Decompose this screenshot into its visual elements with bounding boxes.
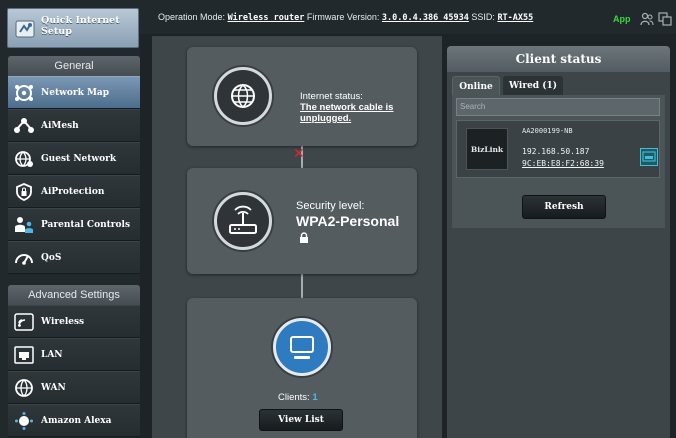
client-status-panel: Client status Online Wired (1) Search Bi… <box>447 46 670 438</box>
sidebar-item-label: Guest Network <box>41 154 117 164</box>
sidebar-item-label: Parental Controls <box>41 220 131 230</box>
quick-setup-icon <box>15 20 35 38</box>
sidebar-item-guest-network[interactable]: Guest Network <box>8 142 140 175</box>
lock-icon <box>300 232 308 243</box>
sidebar-item-label: WAN <box>41 383 66 393</box>
operation-mode-label: Operation Mode: <box>158 12 226 22</box>
globe-icon <box>231 84 255 108</box>
sidebar-item-label: AiMesh <box>41 121 79 131</box>
sidebar-item-label: Network Map <box>41 88 110 98</box>
wan-icon <box>15 379 33 397</box>
vendor-logo: BizLink <box>466 128 508 170</box>
clients-connector <box>301 274 303 298</box>
ssid-label: SSID: <box>471 12 495 22</box>
network-map-panel: ✕ Internet status: The network cable is … <box>152 36 442 438</box>
aimesh-icon <box>14 118 34 133</box>
sidebar-item-wireless[interactable]: Wireless <box>8 305 140 338</box>
aiprotection-icon <box>16 183 32 201</box>
copy-icon[interactable] <box>658 12 672 26</box>
tab-online[interactable]: Online <box>452 76 500 96</box>
top-bar: Operation Mode: Wireless router Firmware… <box>140 0 676 34</box>
sidebar-item-label: Amazon Alexa <box>41 416 112 426</box>
wired-connection-icon[interactable] <box>640 148 658 166</box>
users-icon[interactable] <box>640 12 654 26</box>
firmware-label: Firmware Version: <box>306 12 380 22</box>
sidebar-item-lan[interactable]: LAN <box>8 338 140 371</box>
ssid-link[interactable]: RT-AX55 <box>497 13 533 23</box>
router-circle <box>214 192 272 250</box>
quick-setup-label: Quick Internet Setup <box>41 15 120 37</box>
sidebar-item-qos[interactable]: QoS <box>8 241 140 274</box>
disconnected-x-icon: ✕ <box>293 146 305 162</box>
refresh-button[interactable]: Refresh <box>522 195 606 219</box>
qos-icon <box>15 254 33 265</box>
clients-count-line: Clients: 1 <box>278 392 318 403</box>
security-level-value: WPA2-Personal <box>296 213 400 229</box>
parental-controls-icon <box>15 217 33 233</box>
quick-internet-setup-button[interactable]: Quick Internet Setup <box>7 8 139 48</box>
sidebar-item-aiprotection[interactable]: AiProtection <box>8 175 140 208</box>
security-card[interactable]: Security level: WPA2-Personal <box>187 168 417 274</box>
sidebar-item-label: Wireless <box>41 317 85 327</box>
search-input[interactable]: Search <box>456 98 660 116</box>
sidebar-item-network-map[interactable]: Network Map <box>8 76 140 109</box>
network-map-icon <box>15 85 33 101</box>
tab-wired[interactable]: Wired (1) <box>503 76 563 96</box>
sidebar-item-aimesh[interactable]: AiMesh <box>8 109 140 142</box>
app-link[interactable]: App <box>613 14 631 24</box>
sidebar-item-wan[interactable]: WAN <box>8 371 140 404</box>
advanced-header: Advanced Settings <box>8 285 140 305</box>
alexa-icon <box>15 412 33 430</box>
advanced-group: Advanced Settings Wireless LAN WAN Amazo… <box>8 285 140 437</box>
clients-label: Clients: <box>278 392 310 403</box>
sidebar-item-label: LAN <box>41 350 63 360</box>
internet-globe-circle <box>214 67 272 125</box>
sidebar-item-amazon-alexa[interactable]: Amazon Alexa <box>8 404 140 437</box>
operation-mode-link[interactable]: Wireless router <box>228 13 305 23</box>
client-ip: 192.168.50.187 <box>522 147 590 156</box>
sidebar: Quick Internet Setup General Network Map… <box>0 0 140 438</box>
internet-status-label: Internet status: <box>300 91 363 102</box>
internet-status-link[interactable]: The network cable is unplugged. <box>300 102 410 124</box>
guest-network-icon <box>15 151 33 167</box>
general-group: General Network Map AiMesh Guest Network <box>8 56 140 274</box>
sidebar-item-label: QoS <box>41 253 62 263</box>
computer-icon <box>290 336 314 359</box>
client-row[interactable]: BizLink AA2000199-NB 192.168.50.187 9C:E… <box>456 120 660 178</box>
general-header: General <box>8 56 140 76</box>
lan-icon <box>14 346 34 364</box>
client-mac[interactable]: 9C:EB:E8:F2:68:39 <box>522 159 604 168</box>
sidebar-item-parental-controls[interactable]: Parental Controls <box>8 208 140 241</box>
clients-count: 1 <box>312 392 318 403</box>
status-line: Operation Mode: Wireless router Firmware… <box>158 12 533 23</box>
wireless-icon <box>14 313 34 331</box>
router-icon <box>229 205 257 234</box>
security-level-label: Security level: <box>296 200 365 212</box>
clients-card[interactable]: Clients: 1 View List <box>187 298 417 438</box>
sidebar-item-label: AiProtection <box>41 187 105 197</box>
client-name[interactable]: AA2000199-NB <box>522 127 573 135</box>
view-list-button[interactable]: View List <box>259 409 343 431</box>
clients-circle <box>273 318 331 376</box>
internet-status-card[interactable]: Internet status: The network cable is un… <box>187 47 417 146</box>
client-status-title: Client status <box>447 46 670 72</box>
firmware-link[interactable]: 3.0.0.4.386_45934 <box>382 13 469 23</box>
